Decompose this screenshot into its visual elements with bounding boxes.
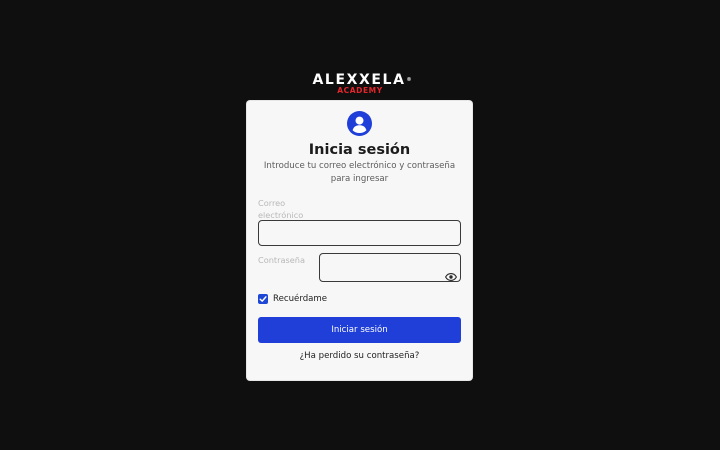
page-title: Inicia sesión: [308, 142, 411, 158]
login-card: Inicia sesión Introduce tu correo electr…: [247, 101, 472, 380]
remember-label: Recuérdame: [273, 294, 328, 304]
login-page: ALEXXELA® ACADEMY Inicia sesión Introduc…: [0, 0, 720, 450]
password-field[interactable]: [319, 253, 461, 282]
eye-icon[interactable]: [444, 266, 458, 281]
remember-me[interactable]: Recuérdame: [258, 293, 327, 305]
email-field[interactable]: [258, 220, 461, 246]
brand-logo: ALEXXELA® ACADEMY: [0, 69, 720, 95]
forgot-password-link[interactable]: ¿Ha perdido su contraseña?: [247, 350, 472, 362]
user-circle-icon: [347, 111, 372, 136]
login-instructions: Introduce tu correo electrónico y contra…: [263, 161, 456, 184]
password-label: Contraseña: [258, 255, 306, 265]
login-button[interactable]: Iniciar sesión: [258, 317, 461, 343]
remember-checkbox[interactable]: [258, 294, 268, 304]
email-label: Correo electrónico: [258, 198, 304, 220]
registered-mark: ®: [406, 77, 412, 83]
brand-subname: ACADEMY: [337, 86, 383, 95]
